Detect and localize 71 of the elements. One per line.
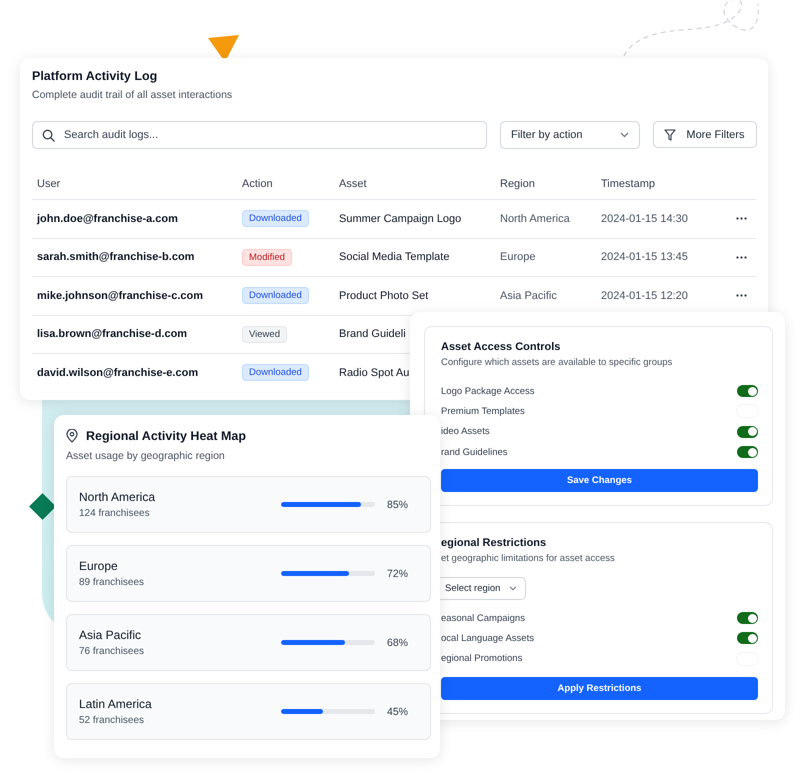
franchisee-count: 124 franchisees [79, 508, 151, 519]
toggle-label: rand Guidelines [441, 446, 508, 458]
region-name: Europe [79, 559, 119, 573]
column-header: Asset [338, 178, 368, 190]
toggle-label: ideo Assets [441, 426, 490, 438]
region-name: North America [500, 212, 570, 225]
action-badge: Downloaded [242, 210, 309, 228]
filter-icon [664, 128, 676, 140]
panel-subtitle: et geographic limitations for asset access [441, 553, 616, 564]
search-icon [42, 128, 55, 142]
user-email: sarah.smith@franchise-b.com [36, 251, 196, 264]
more-filters-button[interactable]: More Filters [653, 121, 757, 148]
panel-title: Asset Access Controls [441, 340, 562, 355]
toggle-switch[interactable] [737, 446, 758, 458]
toggle-switch[interactable] [737, 385, 758, 398]
region-name: Asia Pacific [500, 290, 557, 302]
column-header: Timestamp [600, 178, 656, 190]
usage-percent: 68% [387, 636, 408, 648]
save-changes-button[interactable]: Save Changes [441, 469, 758, 492]
action-badge: Downloaded [242, 364, 309, 382]
panel-subtitle: Configure which assets are available to specific groups [441, 357, 674, 368]
toggle-label: Premium Templates [441, 406, 525, 417]
apply-restrictions-button[interactable]: Apply Restrictions [441, 676, 758, 700]
franchisee-count: 76 franchisees [79, 646, 146, 657]
region-name: Europe [500, 251, 536, 264]
asset-name: Summer Campaign Logo [338, 212, 462, 225]
asset-name: Brand Guideli [338, 328, 407, 340]
card-title: Platform Activity Log [32, 68, 158, 84]
toggle-label: Logo Package Access [441, 386, 534, 397]
column-header: Region [499, 178, 536, 190]
card-subtitle: Complete audit trail of all asset interactions [32, 88, 234, 102]
region-name: Asia Pacific [79, 628, 142, 642]
action-badge: Viewed [242, 326, 287, 343]
toggle-label: easonal Campaigns [441, 612, 525, 624]
timestamp: 2024-01-15 14:30 [601, 212, 688, 225]
timestamp: 2024-01-15 13:45 [601, 251, 688, 264]
toggle-label: egional Promotions [441, 653, 522, 664]
asset-name: Product Photo Set [338, 290, 430, 302]
toggle-switch[interactable] [737, 632, 758, 644]
user-email: lisa.brown@franchise-d.com [36, 328, 188, 340]
region-name: North America [79, 490, 156, 504]
timestamp: 2024-01-15 12:20 [601, 290, 688, 302]
toggle-label: ocal Language Assets [441, 632, 534, 644]
column-header: User [36, 178, 62, 190]
action-filter-dropdown[interactable]: Filter by action [500, 121, 640, 149]
franchisee-count: 52 franchisees [79, 715, 146, 726]
region-name: Latin America [79, 697, 153, 711]
column-header: Action [241, 178, 274, 190]
panel-title: egional Restrictions [441, 536, 548, 551]
card-title: Regional Activity Heat Map [86, 428, 246, 444]
map-pin-icon [66, 429, 78, 443]
user-email: mike.johnson@franchise-c.com [36, 290, 204, 302]
user-email: john.doe@franchise-a.com [36, 212, 179, 225]
usage-percent: 72% [387, 568, 408, 580]
chevron-down-icon [620, 132, 630, 138]
usage-percent: 85% [387, 498, 408, 510]
search-field[interactable]: Search audit logs... [32, 121, 487, 149]
toggle-switch[interactable] [737, 426, 758, 438]
chevron-down-icon [509, 586, 517, 591]
asset-name: Radio Spot Au [338, 366, 410, 379]
more-icon[interactable] [736, 294, 746, 298]
action-badge: Downloaded [242, 287, 309, 304]
toggle-switch[interactable] [737, 612, 758, 624]
franchisee-count: 89 franchisees [79, 577, 146, 588]
card-subtitle: Asset usage by geographic region [66, 449, 226, 463]
asset-name: Social Media Template [338, 251, 450, 264]
action-badge: Modified [242, 248, 292, 266]
more-icon[interactable] [736, 217, 746, 220]
user-email: david.wilson@franchise-e.com [36, 366, 200, 379]
usage-percent: 45% [387, 706, 408, 718]
more-icon[interactable] [736, 256, 746, 259]
